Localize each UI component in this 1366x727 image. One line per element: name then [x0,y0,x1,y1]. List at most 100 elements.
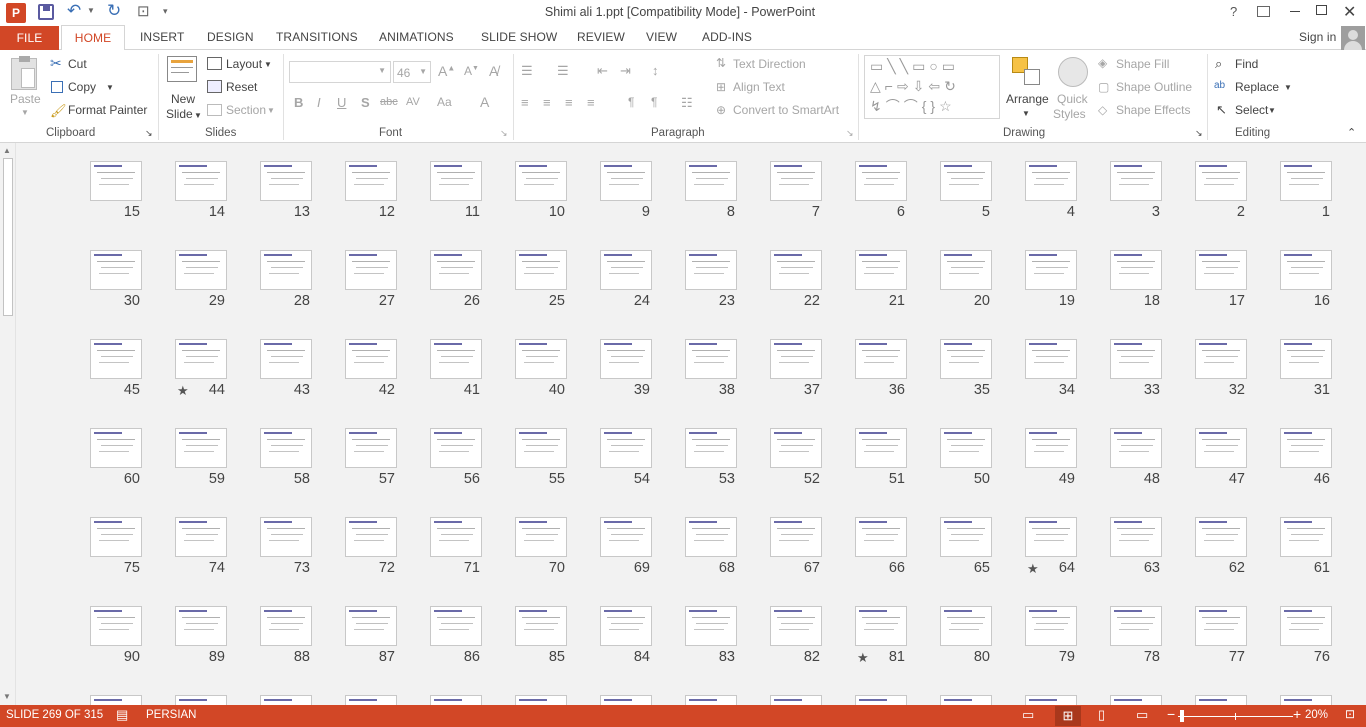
slide-thumbnail[interactable] [1195,517,1247,557]
slide-thumbnail[interactable] [855,517,907,557]
slide-thumbnail[interactable] [1195,695,1247,705]
fit-to-window-icon[interactable]: ⊡ [1345,707,1355,721]
slide-thumbnail[interactable] [1110,517,1162,557]
slide-thumbnail[interactable] [685,606,737,646]
slide-thumbnail[interactable] [940,339,992,379]
slide-thumbnail[interactable] [90,606,142,646]
slide-thumbnail[interactable] [1025,161,1077,201]
line-spacing-icon[interactable]: ↕ [652,63,659,78]
slide-thumbnail[interactable] [430,695,482,705]
redo-icon[interactable]: ↻ [107,1,121,21]
numbering-icon[interactable]: ☰ [557,63,569,79]
slide-thumbnail[interactable] [260,161,312,201]
font-size-box[interactable]: 46 ▼ [393,61,431,83]
slide-thumbnail[interactable] [1025,339,1077,379]
slide-thumbnail[interactable] [345,161,397,201]
slide-thumbnail[interactable] [345,695,397,705]
slide-thumbnail[interactable] [600,250,652,290]
slide-thumbnail[interactable] [260,606,312,646]
slide-thumbnail[interactable] [1195,339,1247,379]
paste-dropdown-icon[interactable]: ▼ [21,108,29,117]
tab-add-ins[interactable]: ADD-INS [702,30,752,44]
section-dropdown-icon[interactable]: ▼ [267,106,275,115]
slide-thumbnail[interactable] [940,161,992,201]
slide-thumbnail[interactable] [175,695,227,705]
slide-thumbnail[interactable] [685,695,737,705]
slide-thumbnail[interactable] [1110,250,1162,290]
scroll-up-icon[interactable]: ▲ [3,146,11,155]
shape-effects-button[interactable]: Shape Effects [1116,103,1191,117]
tab-animations[interactable]: ANIMATIONS [379,30,454,44]
slide-thumbnail[interactable] [1195,161,1247,201]
slide-thumbnail[interactable] [175,428,227,468]
slide-thumbnail[interactable] [770,517,822,557]
drawing-launcher-icon[interactable]: ↘ [1195,128,1203,139]
slide-thumbnail[interactable] [515,695,567,705]
slide-thumbnail[interactable] [515,606,567,646]
slide-thumbnail[interactable] [855,250,907,290]
slide-thumbnail[interactable] [770,339,822,379]
slide-thumbnail[interactable] [515,428,567,468]
paste-button[interactable]: Paste [10,92,41,106]
powerpoint-logo-icon[interactable]: P [6,3,26,23]
slide-thumbnail[interactable] [940,250,992,290]
new-slide-label-2[interactable]: Slide [166,107,193,121]
reading-view-icon[interactable]: ▯ [1098,707,1105,723]
slide-thumbnail[interactable] [600,606,652,646]
shape-outline-icon[interactable]: ▢ [1098,80,1109,94]
ltr-icon[interactable]: ¶ [628,95,634,109]
start-slideshow-icon[interactable]: ⊡ [137,2,150,20]
shape-outline-button[interactable]: Shape Outline [1116,80,1192,94]
undo-dropdown-icon[interactable]: ▼ [87,6,95,15]
center-icon[interactable]: ≡ [543,95,551,110]
shape-fill-icon[interactable]: ◈ [1098,56,1107,70]
slide-thumbnail[interactable] [175,250,227,290]
slide-thumbnail[interactable] [90,161,142,201]
grow-font-icon[interactable]: A▲ [438,63,455,79]
select-button[interactable]: Select [1235,103,1268,117]
slide-thumbnail[interactable] [600,428,652,468]
bullets-icon[interactable]: ☰ [521,63,533,79]
smartart-icon[interactable]: ⊕ [716,103,726,117]
slide-thumbnail[interactable] [345,250,397,290]
animation-star-icon[interactable]: ★ [857,650,869,666]
arrange-icon[interactable] [1012,57,1042,87]
slide-thumbnail[interactable] [1110,339,1162,379]
new-slide-button[interactable]: New [171,92,195,106]
save-icon[interactable] [38,4,54,20]
tab-insert[interactable]: INSERT [140,30,184,44]
slide-thumbnail[interactable] [345,428,397,468]
slide-thumbnail[interactable] [770,695,822,705]
replace-button[interactable]: Replace [1235,80,1279,94]
shapes-gallery[interactable]: ▭╲╲▭○▭ △⌐⇨⇩⇦↻ ↯⌒⌒{}☆ [864,55,1000,119]
section-icon[interactable] [207,104,222,116]
layout-icon[interactable] [207,57,222,70]
slide-thumbnail[interactable] [1280,517,1332,557]
animation-star-icon[interactable]: ★ [1027,561,1039,577]
slide-thumbnail[interactable] [260,695,312,705]
slide-thumbnail[interactable] [600,695,652,705]
slide-sorter[interactable]: ▲ ▼ 15 14 13 12 11 10 9 8 7 6 5 4 3 2 1 30 29 28 27 26 25 24 2… [0,143,1366,705]
restore-icon[interactable] [1316,5,1327,15]
replace-dropdown-icon[interactable]: ▼ [1284,83,1292,92]
justify-icon[interactable]: ≡ [587,95,595,110]
shape-effects-icon[interactable]: ◇ [1098,103,1107,117]
strikethrough-icon[interactable]: abc [380,96,398,108]
underline-icon[interactable]: U [337,95,346,110]
decrease-indent-icon[interactable]: ⇤ [597,63,608,79]
slide-thumbnail[interactable] [1195,606,1247,646]
reset-button[interactable]: Reset [226,80,257,94]
slide-thumbnail[interactable] [430,339,482,379]
quick-styles-label-2[interactable]: Styles [1053,107,1086,121]
proofing-icon[interactable]: ▤ [116,707,128,723]
slide-thumbnail[interactable] [1280,606,1332,646]
slide-thumbnail[interactable] [345,517,397,557]
slide-thumbnail[interactable] [940,428,992,468]
slideshow-view-icon[interactable]: ▭ [1136,707,1148,723]
new-slide-dropdown-icon[interactable]: ▼ [194,111,202,120]
slide-thumbnail[interactable] [260,339,312,379]
slide-thumbnail[interactable] [90,428,142,468]
slide-thumbnail[interactable] [1280,695,1332,705]
quick-styles-button[interactable]: Quick [1057,92,1088,106]
slide-thumbnail[interactable] [175,339,227,379]
